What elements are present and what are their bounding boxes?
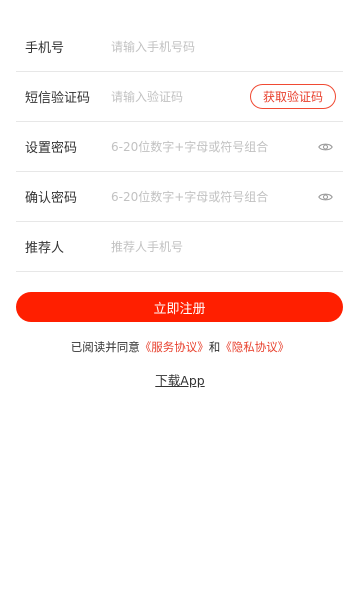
phone-row: 手机号 (16, 22, 343, 72)
password-row: 设置密码 (16, 122, 343, 172)
confirm-password-input[interactable] (111, 181, 311, 212)
phone-input[interactable] (111, 31, 311, 62)
register-form: 手机号 短信验证码 获取验证码 设置密码 确认密码 (16, 22, 343, 272)
register-page: 手机号 短信验证码 获取验证码 设置密码 确认密码 (0, 0, 360, 600)
eye-icon[interactable] (318, 141, 333, 153)
download-row: 下载App (0, 370, 360, 389)
agreement-text: 已阅读并同意《服务协议》和《隐私协议》 (0, 339, 360, 355)
phone-label: 手机号 (25, 41, 65, 56)
eye-icon[interactable] (318, 191, 333, 203)
confirm-password-label: 确认密码 (25, 191, 78, 206)
agreement-prefix: 已阅读并同意 (70, 340, 140, 354)
confirm-password-row: 确认密码 (16, 172, 343, 222)
referrer-row: 推荐人 (16, 222, 343, 272)
agreement-conjunction: 和 (208, 340, 221, 354)
sms-code-input[interactable] (111, 81, 241, 112)
sms-code-label: 短信验证码 (25, 91, 91, 106)
get-code-button[interactable]: 获取验证码 (249, 84, 336, 109)
password-label: 设置密码 (25, 141, 78, 156)
register-button[interactable]: 立即注册 (16, 292, 343, 322)
privacy-agreement-link[interactable]: 《隐私协议》 (220, 340, 289, 354)
sms-code-row: 短信验证码 获取验证码 (16, 72, 343, 122)
download-app-link[interactable]: 下载App (155, 373, 204, 388)
referrer-input[interactable] (111, 231, 311, 262)
password-input[interactable] (111, 131, 311, 162)
service-agreement-link[interactable]: 《服务协议》 (140, 340, 209, 354)
referrer-label: 推荐人 (25, 241, 65, 256)
